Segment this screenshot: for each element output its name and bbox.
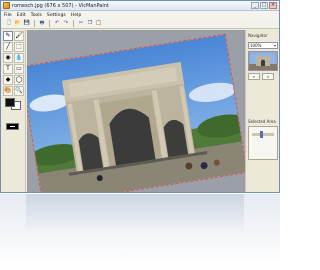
canvas-area[interactable] [27,30,245,192]
navigator-title: Navigator [248,33,268,38]
menu-help[interactable]: Help [71,13,81,18]
copy-icon[interactable]: ❐ [86,20,94,28]
line-icon[interactable]: ╱ [3,42,13,52]
undo-icon[interactable]: ↶ [53,20,61,28]
selection-slider[interactable] [252,131,274,138]
fill-icon[interactable]: ◉ [3,53,13,63]
close-button[interactable]: × [269,2,277,9]
paste-icon[interactable]: 📋 [95,20,103,28]
selection-slider-knob[interactable] [260,131,263,138]
colors-icon[interactable]: 🎨 [3,86,13,96]
toolbar-separator [34,20,35,27]
navigator-panel: Navigator 100% ⌕ ⌕ Selected Area [245,30,279,192]
window-reflection [0,194,280,270]
minimize-button[interactable]: _ [251,2,259,9]
app-window: romesch.jpg (676 x 507) - VicManPaint _ … [0,0,280,193]
navigator-thumbnail-image [249,52,277,70]
tool-grid: ✎ 🖌 ╱ ⬚ ◉ 💧 T ▭ ◆ ◯ 🎨 🔍 [3,31,24,96]
cut-icon[interactable]: ✂ [77,20,85,28]
main-toolbar: 🗋 📂 💾 🖶 ↶ ↷ ✂ ❐ 📋 [1,19,279,29]
window-title: romesch.jpg (676 x 507) - VicManPaint [12,2,109,9]
navigator-buttons: ⌕ ⌕ [248,73,274,80]
open-folder-icon[interactable]: 📂 [14,20,22,28]
brush-size-preview[interactable] [6,123,19,130]
toolbar-separator [73,20,74,27]
pencil-icon[interactable]: ✎ [3,31,13,41]
print-icon[interactable]: 🖶 [38,20,46,28]
nav-zoom-in-button[interactable]: ⌕ [248,73,260,80]
toolbar-separator [49,20,50,27]
arch-photo-graphic [27,34,245,192]
window-controls: _ □ × [251,2,277,9]
maximize-button[interactable]: □ [260,2,268,9]
navigator-thumbnail[interactable] [248,51,278,71]
lasso-icon[interactable]: ◯ [14,75,24,85]
selected-area-title: Selected Area [248,119,276,124]
menu-edit[interactable]: Edit [17,13,26,18]
primary-color-swatch[interactable] [5,98,15,107]
new-file-icon[interactable]: 🗋 [5,20,13,28]
selected-area-box [248,126,278,160]
shapes-icon[interactable]: ◆ [3,75,13,85]
tool-palette: ✎ 🖌 ╱ ⬚ ◉ 💧 T ▭ ◆ ◯ 🎨 🔍 [1,30,26,192]
brush-icon[interactable]: 🖌 [14,31,24,41]
eyedropper-icon[interactable]: 💧 [14,53,24,63]
text-icon[interactable]: T [3,64,13,74]
nav-zoom-out-button[interactable]: ⌕ [262,73,274,80]
menu-tools[interactable]: Tools [31,13,42,18]
select-icon[interactable]: ⬚ [14,42,24,52]
menu-file[interactable]: File [4,13,12,18]
menu-settings[interactable]: Settings [47,13,66,18]
title-bar[interactable]: romesch.jpg (676 x 507) - VicManPaint _ … [1,1,279,11]
menu-bar: File Edit Tools Settings Help [1,11,279,19]
eraser-icon[interactable]: ▭ [14,64,24,74]
save-icon[interactable]: 💾 [23,20,31,28]
zoom-dropdown[interactable]: 100% [248,42,278,49]
photo-image [27,33,245,192]
color-swatches [3,96,24,110]
zoom-icon[interactable]: 🔍 [14,86,24,96]
app-icon [3,2,10,9]
redo-icon[interactable]: ↷ [62,20,70,28]
